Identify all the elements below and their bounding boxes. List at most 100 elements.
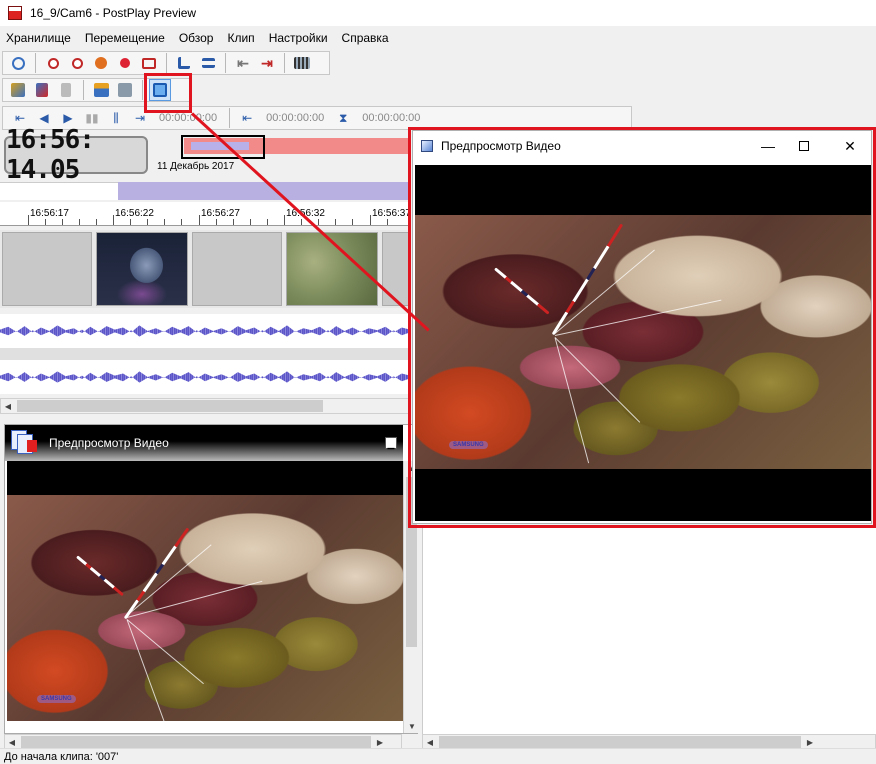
- go-end-icon: ⇥: [261, 54, 273, 71]
- timeline-range[interactable]: [118, 182, 410, 200]
- ruler-tick: [96, 219, 97, 225]
- undo-icon: [11, 56, 25, 70]
- align-icon: [201, 58, 215, 68]
- thumbnail-blank[interactable]: [2, 232, 92, 306]
- menu-view[interactable]: Обзор: [179, 31, 214, 45]
- tick-label: 16:56:37: [372, 208, 411, 219]
- zoom-out-icon: [71, 57, 83, 69]
- thumbnail-blank[interactable]: [192, 232, 282, 306]
- scroll-thumb[interactable]: [21, 736, 371, 748]
- ruler-tick: [352, 219, 353, 225]
- minimize-icon: ▁: [387, 439, 395, 449]
- step-back-icon: ◀: [39, 111, 49, 125]
- shrimp-leg: [76, 555, 124, 597]
- record-icon: [142, 57, 156, 69]
- ruler-tick: [181, 219, 182, 225]
- mark-in-button[interactable]: [7, 79, 29, 101]
- scroll-thumb[interactable]: [439, 736, 801, 748]
- thumbnail-blank[interactable]: [382, 232, 410, 306]
- ruler-tick: [318, 219, 319, 225]
- menu-navigation[interactable]: Перемещение: [85, 31, 165, 45]
- preview-window-icon: [153, 83, 167, 97]
- toolbar-separator: [35, 53, 36, 73]
- go-end-button[interactable]: ⇥: [256, 52, 278, 74]
- zoom-reset-button[interactable]: [114, 52, 136, 74]
- zoom-in-button[interactable]: [42, 52, 64, 74]
- menu-clip[interactable]: Клип: [227, 31, 254, 45]
- menu-storage[interactable]: Хранилище: [6, 31, 71, 45]
- maximize-button[interactable]: [793, 135, 815, 157]
- audio-waveform: [0, 325, 410, 337]
- menu-settings[interactable]: Настройки: [269, 31, 328, 45]
- window-title: 16_9/Cam6 - PostPlay Preview: [30, 6, 197, 20]
- align-button[interactable]: [197, 52, 219, 74]
- zoom-out-button[interactable]: [66, 52, 88, 74]
- workspace-area: [422, 528, 876, 734]
- menu-help[interactable]: Справка: [342, 31, 389, 45]
- clip-icon: [118, 83, 132, 97]
- floating-window-title-bar[interactable]: Предпросмотр Видео — ✕: [413, 131, 871, 161]
- audio-track-2[interactable]: [0, 360, 410, 394]
- timeline-horizontal-scrollbar[interactable]: ◀: [0, 398, 410, 414]
- export-button[interactable]: [90, 79, 112, 101]
- scroll-down-arrow[interactable]: ▼: [404, 719, 420, 733]
- undo-button[interactable]: [7, 52, 29, 74]
- docked-video-frame[interactable]: SAMSUNG: [7, 461, 403, 721]
- scroll-right-arrow[interactable]: ▶: [373, 735, 387, 749]
- film-icon: [294, 57, 310, 69]
- toolbar-zoom: ⇤ ⇥: [2, 51, 330, 75]
- scroll-left-arrow[interactable]: ◀: [423, 735, 437, 749]
- preview-window-button[interactable]: [149, 79, 171, 101]
- navigator-window[interactable]: [181, 135, 265, 159]
- tick-label: 16:56:17: [30, 208, 69, 219]
- ruler-tick: [79, 219, 80, 225]
- thumbnail-fish[interactable]: [96, 232, 188, 306]
- video-watermark: SAMSUNG: [37, 695, 76, 703]
- close-icon: ✕: [844, 137, 856, 154]
- thumbnail-coral[interactable]: [286, 232, 378, 306]
- mark-out-range-button[interactable]: ⇤: [236, 107, 258, 129]
- scroll-thumb[interactable]: [17, 400, 323, 412]
- scroll-left-arrow[interactable]: ◀: [1, 399, 15, 413]
- audio-track-1[interactable]: [0, 314, 410, 348]
- ruler-tick: [199, 215, 200, 225]
- timeline-ruler[interactable]: 16:56:17 16:56:22 16:56:27 16:56:32 16:5…: [0, 202, 411, 226]
- ruler-tick: [335, 219, 336, 225]
- clip-button[interactable]: [114, 79, 136, 101]
- toolbar-separator: [83, 80, 84, 100]
- mark-out-icon: [36, 83, 48, 97]
- floating-window-title: Предпросмотр Видео: [441, 139, 561, 153]
- toolbar-separator: [166, 53, 167, 73]
- minimize-panel-button[interactable]: ▁: [385, 437, 397, 449]
- scroll-left-arrow[interactable]: ◀: [5, 735, 19, 749]
- mark-in-icon: [11, 83, 25, 97]
- zoom-fit-button[interactable]: [90, 52, 112, 74]
- disabled-button[interactable]: [55, 79, 77, 101]
- ruler-tick: [267, 219, 268, 225]
- audio-waveform: [0, 371, 410, 383]
- scroll-right-arrow[interactable]: ▶: [803, 735, 817, 749]
- floating-video-frame[interactable]: SAMSUNG: [415, 165, 871, 521]
- mark-out-button[interactable]: [31, 79, 53, 101]
- maximize-icon: [799, 141, 809, 151]
- zoom-in-icon: [47, 57, 59, 69]
- step-disabled-icon: ▮▮: [85, 111, 99, 125]
- mark-clip-icon: ⇥: [134, 111, 146, 125]
- snap-button[interactable]: [173, 52, 195, 74]
- zoom-fit-icon: [95, 57, 107, 69]
- go-start-button[interactable]: ⇤: [232, 52, 254, 74]
- video-thumbnails-track[interactable]: [0, 230, 410, 308]
- step-forward-icon: ▶: [63, 111, 73, 125]
- duration-button[interactable]: ⧗: [332, 107, 354, 129]
- ruler-tick: [130, 219, 131, 225]
- ruler-tick: [28, 215, 29, 225]
- film-button[interactable]: [291, 52, 313, 74]
- timecode-out: 00:00:00:00: [266, 112, 325, 124]
- minimize-button[interactable]: —: [757, 135, 779, 157]
- close-button[interactable]: ✕: [839, 135, 861, 157]
- floating-video-preview-window: Предпросмотр Видео — ✕ SAMSUNG: [412, 130, 872, 524]
- ruler-tick: [284, 215, 285, 225]
- go-start-icon: ⇤: [237, 54, 249, 71]
- record-button[interactable]: [138, 52, 160, 74]
- docked-panel-title: Предпросмотр Видео: [49, 436, 169, 450]
